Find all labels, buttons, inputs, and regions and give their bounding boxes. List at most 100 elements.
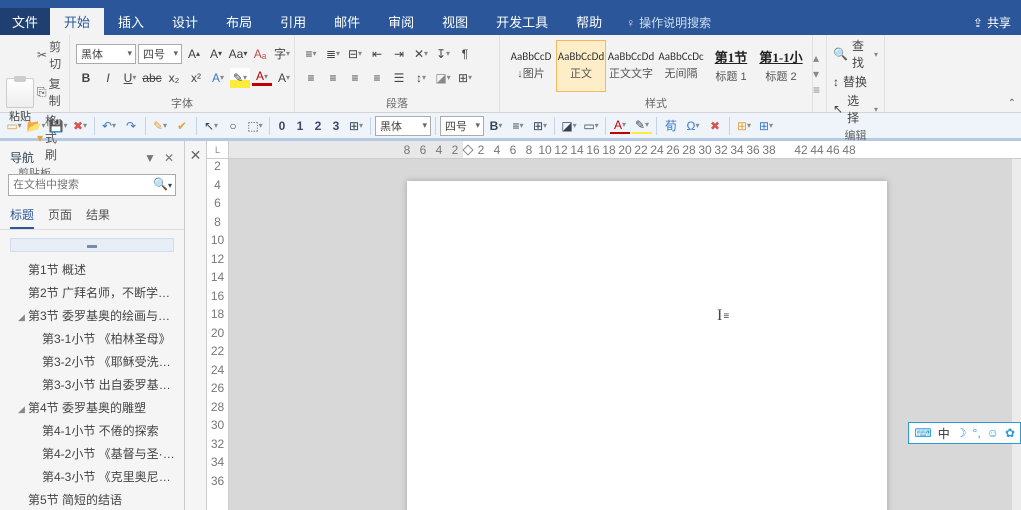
ruler-corner[interactable]: L <box>207 141 229 159</box>
nav-item[interactable]: 第4-1小节 不倦的探索 <box>4 419 180 442</box>
font-size-combo[interactable]: 四号 <box>138 44 182 64</box>
tab-file[interactable]: 文件 <box>0 8 50 35</box>
distributed-button[interactable]: ☰ <box>389 68 409 88</box>
qat-fontcolor[interactable]: A <box>610 118 630 134</box>
qat-delete[interactable]: ✖ <box>705 116 725 136</box>
increase-indent-button[interactable]: ⇥ <box>389 44 409 64</box>
horizontal-ruler[interactable]: 8642 24681012141618202224262830323436384… <box>229 141 1021 159</box>
borders-button[interactable]: ⊞ <box>455 68 475 88</box>
find-button[interactable]: 🔍查找 ▾ <box>833 37 878 71</box>
italic-button[interactable]: I <box>98 68 118 88</box>
page[interactable] <box>407 181 887 510</box>
nav-item[interactable]: 第4-2小节 《基督与圣·托马斯》 <box>4 442 180 465</box>
styles-row-up[interactable]: ▴ <box>813 51 826 65</box>
qat-highlight2[interactable]: ✎ <box>150 116 170 136</box>
styles-expand[interactable]: ≡ <box>813 83 826 97</box>
tab-references[interactable]: 引用 <box>266 8 320 35</box>
align-left-button[interactable]: ≡ <box>301 68 321 88</box>
clear-format-button[interactable]: 字 <box>272 44 292 64</box>
asian-layout-button[interactable]: ✕ <box>411 44 431 64</box>
show-marks-button[interactable]: ¶ <box>455 44 475 64</box>
font-color-button[interactable]: A <box>252 69 272 86</box>
cut-button[interactable]: ✂剪切 <box>36 37 63 73</box>
nav-tab-headings[interactable]: 标题 <box>10 206 34 229</box>
strikethrough-button[interactable]: abc <box>142 68 162 88</box>
superscript-button[interactable]: x² <box>186 68 206 88</box>
phonetic-guide-button[interactable]: Aₐ <box>250 44 270 64</box>
nav-item[interactable]: ◢第3节 委罗基奥的绘画与他的工作室 <box>4 304 180 327</box>
nav-search-input[interactable] <box>8 174 176 196</box>
ime-face-icon[interactable]: ☺ <box>987 426 999 440</box>
style-3[interactable]: AaBbCcDc无间隔 <box>656 40 706 92</box>
ime-toolbar[interactable]: ⌨ 中 ☽ °, ☺ ✿ <box>908 422 1021 444</box>
ime-moon-icon[interactable]: ☽ <box>956 426 967 440</box>
qat-font-combo[interactable]: 黑体 <box>375 116 431 136</box>
select-button[interactable]: ↖选择 ▾ <box>833 92 878 126</box>
nav-jump-top[interactable]: ▬ <box>10 238 174 252</box>
qat-bold[interactable]: B <box>486 116 506 136</box>
sort-button[interactable]: ↧ <box>433 44 453 64</box>
enclose-char-button[interactable]: A <box>274 68 294 88</box>
qat-table2[interactable]: ⊞ <box>756 116 776 136</box>
collapse-ribbon-button[interactable]: ⌃ <box>1005 96 1019 110</box>
outline-level-3[interactable]: 3 <box>328 119 344 133</box>
style-4[interactable]: 第1节标题 1 <box>706 40 756 92</box>
tab-home[interactable]: 开始 <box>50 8 104 35</box>
qat-table[interactable]: ⊞ <box>734 116 754 136</box>
decrease-indent-button[interactable]: ⇤ <box>367 44 387 64</box>
bullets-button[interactable]: ≡ <box>301 44 321 64</box>
qat-circle[interactable]: ○ <box>223 116 243 136</box>
qat-undo[interactable]: ↶ <box>99 116 119 136</box>
nav-item[interactable]: ◢第4节 委罗基奥的雕塑 <box>4 396 180 419</box>
highlight-button[interactable]: ✎ <box>230 68 250 88</box>
paste-button[interactable]: 粘贴 <box>6 78 34 124</box>
outline-level-0[interactable]: 0 <box>274 119 290 133</box>
tell-me-search[interactable]: ♀ 操作说明搜索 <box>616 10 721 35</box>
nav-close-icon[interactable]: ✕ <box>164 151 174 165</box>
first-line-indent-marker[interactable] <box>462 144 473 155</box>
qat-border[interactable]: ⊞ <box>530 116 550 136</box>
replace-button[interactable]: ↕替换 <box>833 73 867 90</box>
nav-dropdown-icon[interactable]: ▼ <box>144 151 156 165</box>
qat-close[interactable]: ✖ <box>70 116 90 136</box>
qat-highlight3[interactable]: ✎ <box>632 118 652 134</box>
vertical-scrollbar[interactable] <box>1012 159 1021 510</box>
multilevel-list-button[interactable]: ⊟ <box>345 44 365 64</box>
subscript-button[interactable]: x₂ <box>164 68 184 88</box>
text-effects-button[interactable]: A <box>208 68 228 88</box>
search-icon[interactable]: 🔍▾ <box>153 177 172 191</box>
align-center-button[interactable]: ≡ <box>323 68 343 88</box>
qat-align[interactable]: ≡ <box>508 116 528 136</box>
tab-design[interactable]: 设计 <box>158 8 212 35</box>
tab-insert[interactable]: 插入 <box>104 8 158 35</box>
increase-font-button[interactable]: A▴ <box>184 44 204 64</box>
underline-button[interactable]: U <box>120 68 140 88</box>
style-0[interactable]: AaBbCcD↓图片 <box>506 40 556 92</box>
justify-button[interactable]: ≡ <box>367 68 387 88</box>
qat-redo[interactable]: ↷ <box>121 116 141 136</box>
outline-level-1[interactable]: 1 <box>292 119 308 133</box>
nav-tab-pages[interactable]: 页面 <box>48 206 72 229</box>
outline-level-2[interactable]: 2 <box>310 119 326 133</box>
nav-item[interactable]: 第3-3小节 出自委罗基奥工作室... <box>4 373 180 396</box>
style-1[interactable]: AaBbCcDd正文 <box>556 40 606 92</box>
nav-item[interactable]: 第5节 简短的结语 <box>4 488 180 510</box>
font-family-combo[interactable]: 黑体 <box>76 44 136 64</box>
change-case-button[interactable]: Aa▾ <box>228 44 248 64</box>
tab-mailings[interactable]: 邮件 <box>320 8 374 35</box>
qat-symbol[interactable]: Ω <box>683 116 703 136</box>
shading-button[interactable]: ◪ <box>433 68 453 88</box>
line-spacing-button[interactable]: ↕ <box>411 68 431 88</box>
tab-review[interactable]: 审阅 <box>374 8 428 35</box>
vertical-ruler[interactable]: 24681012141618202224262830323436 <box>207 159 229 510</box>
pane-splitter[interactable]: ✕ <box>185 141 207 510</box>
qat-size-combo[interactable]: 四号 <box>440 116 484 136</box>
ime-gear-icon[interactable]: ✿ <box>1005 426 1015 440</box>
nav-item[interactable]: 第3-2小节 《耶稣受洗》-乌菲齐... <box>4 350 180 373</box>
copy-button[interactable]: ⎘复制 <box>36 74 63 110</box>
nav-item[interactable]: 第3-1小节 《柏林圣母》 <box>4 327 180 350</box>
format-painter-button[interactable]: ▾格式刷 <box>36 111 63 164</box>
style-2[interactable]: AaBbCcDd正文文字 <box>606 40 656 92</box>
tab-help[interactable]: 帮助 <box>562 8 616 35</box>
qat-brush[interactable]: ✔ <box>172 116 192 136</box>
